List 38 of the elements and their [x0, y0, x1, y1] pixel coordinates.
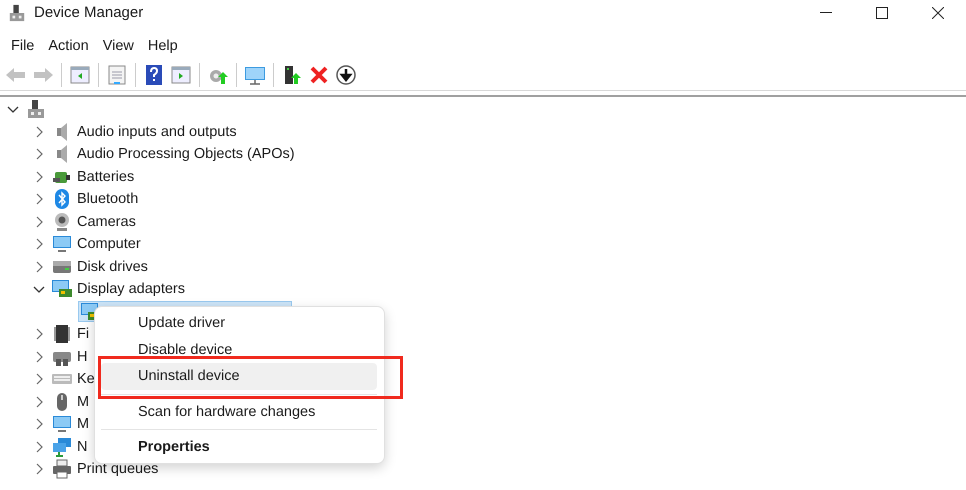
menu-item[interactable]: File — [4, 34, 42, 56]
tree-item[interactable]: H — [77, 348, 88, 366]
maximize-icon — [876, 6, 888, 18]
tree-item[interactable]: Audio inputs and outputs — [77, 122, 237, 141]
monitor-icon — [52, 414, 72, 434]
menu-item[interactable]: Scan for hardware changes — [101, 398, 377, 425]
window-title: Device Manager — [34, 4, 144, 21]
tree-item[interactable]: Display adapters — [77, 280, 185, 298]
tree-item[interactable]: Print queues — [77, 460, 158, 478]
network-icon — [52, 436, 72, 457]
tree-item[interactable]: Audio Processing Objects (APOs) — [77, 145, 295, 164]
display-adapter-icon — [52, 279, 72, 300]
computer-tower-icon — [8, 4, 26, 22]
monitor-icon — [52, 234, 72, 254]
menu-item[interactable]: Update driver — [101, 310, 377, 336]
computer-tower-icon — [26, 99, 46, 120]
tree-item[interactable]: Disk drives — [77, 258, 148, 276]
tree-item[interactable]: Ke — [77, 370, 95, 388]
menu-item[interactable]: Action — [41, 34, 96, 56]
tree-item[interactable]: N — [77, 438, 88, 456]
tree-item[interactable]: Fi — [77, 325, 90, 344]
tree-item[interactable]: M — [77, 392, 90, 411]
close-icon — [932, 6, 944, 18]
webcam-icon — [52, 212, 72, 232]
bluetooth-icon — [52, 189, 72, 210]
tree-item[interactable]: M — [77, 415, 90, 434]
menu-item[interactable]: Help — [140, 34, 185, 56]
menu-item[interactable]: Disable device — [101, 336, 377, 363]
tree-item[interactable]: Cameras — [77, 212, 136, 231]
tree-item[interactable]: Bluetooth — [77, 190, 138, 208]
tree-item[interactable]: Computer — [77, 235, 141, 254]
chip-icon — [52, 324, 72, 344]
printer-icon — [52, 459, 72, 480]
menu-item[interactable]: View — [96, 34, 141, 56]
menu-item[interactable]: Uninstall device — [101, 363, 377, 390]
tree-item[interactable]: Batteries — [77, 168, 134, 186]
minimize-icon — [820, 12, 832, 14]
menu-item[interactable]: Properties — [101, 434, 377, 460]
